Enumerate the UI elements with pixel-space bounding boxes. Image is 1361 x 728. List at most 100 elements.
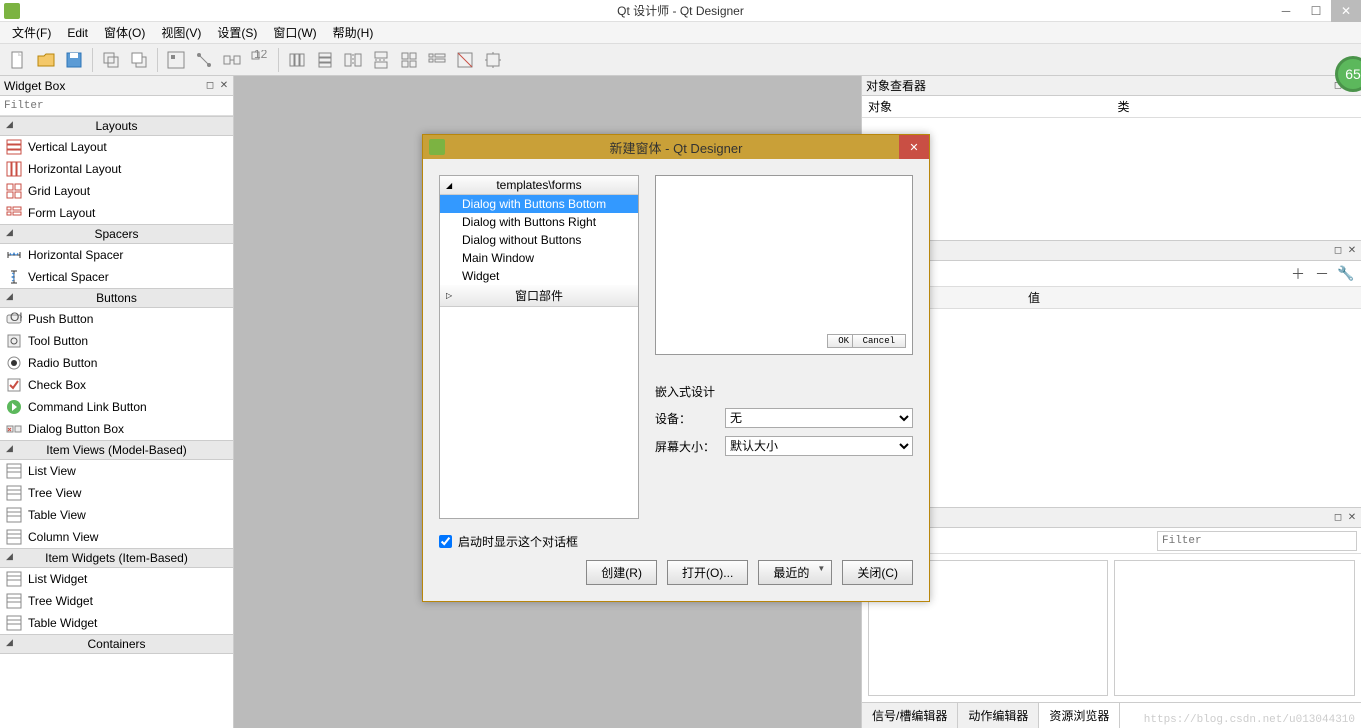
widget-item[interactable]: Radio Button — [0, 352, 233, 374]
menubar: 文件(F) Edit 窗体(O) 视图(V) 设置(S) 窗口(W) 帮助(H) — [0, 22, 1361, 44]
widget-box-filter-input[interactable] — [0, 96, 233, 116]
close-dialog-button[interactable]: 关闭(C) — [842, 560, 913, 585]
close-panel-button[interactable]: ✕ — [217, 79, 231, 93]
undock-button[interactable]: ◻ — [203, 79, 217, 93]
open-button[interactable]: 打开(O)... — [667, 560, 748, 585]
template-category-forms[interactable]: ◢templates\forms — [440, 176, 638, 195]
widget-section-header[interactable]: ◢Containers — [0, 634, 233, 654]
layout-horiz-splitter-button[interactable] — [339, 46, 367, 74]
widget-item[interactable]: Form Layout — [0, 202, 233, 224]
widget-section-header[interactable]: ◢Item Widgets (Item-Based) — [0, 548, 233, 568]
tab-resource-browser[interactable]: 资源浏览器 — [1039, 703, 1120, 728]
undock-button[interactable]: ◻ — [1331, 511, 1345, 525]
widget-item[interactable]: Grid Layout — [0, 180, 233, 202]
add-property-button[interactable]: ＋ — [1287, 263, 1309, 285]
watermark: https://blog.csdn.net/u013044310 — [1144, 714, 1355, 726]
new-file-button[interactable] — [4, 46, 32, 74]
widget-item[interactable]: OKPush Button — [0, 308, 233, 330]
template-preview: OK Cancel — [655, 175, 913, 355]
menu-file[interactable]: 文件(F) — [4, 22, 59, 43]
tab-action-editor[interactable]: 动作编辑器 — [958, 703, 1039, 728]
template-item[interactable]: Dialog without Buttons — [440, 231, 638, 249]
remove-property-button[interactable]: － — [1311, 263, 1333, 285]
widget-item[interactable]: List Widget — [0, 568, 233, 590]
widget-item[interactable]: List View — [0, 460, 233, 482]
show-on-startup-checkbox[interactable] — [439, 535, 452, 548]
qt-icon — [4, 3, 20, 19]
window-titlebar: Qt 设计师 - Qt Designer ─ ☐ ✕ — [0, 0, 1361, 22]
close-panel-button[interactable]: ✕ — [1345, 511, 1359, 525]
preview-cancel-button: Cancel — [852, 334, 906, 348]
widget-item[interactable]: Horizontal Spacer — [0, 244, 233, 266]
menu-help[interactable]: 帮助(H) — [325, 22, 382, 43]
widget-section-header[interactable]: ◢Layouts — [0, 116, 233, 136]
widget-item[interactable]: Tree View — [0, 482, 233, 504]
widget-item[interactable]: Table Widget — [0, 612, 233, 634]
layout-grid-button[interactable] — [395, 46, 423, 74]
tab-signal-slot[interactable]: 信号/槽编辑器 — [862, 703, 958, 728]
create-button[interactable]: 创建(R) — [586, 560, 657, 585]
widget-item[interactable]: Table View — [0, 504, 233, 526]
maximize-button[interactable]: ☐ — [1301, 0, 1331, 22]
edit-signals-button[interactable] — [190, 46, 218, 74]
template-item[interactable]: Dialog with Buttons Right — [440, 213, 638, 231]
menu-window[interactable]: 窗口(W) — [265, 22, 324, 43]
send-back-button[interactable] — [97, 46, 125, 74]
adjust-size-button[interactable] — [479, 46, 507, 74]
widget-item[interactable]: Tree Widget — [0, 590, 233, 612]
layout-form-button[interactable] — [423, 46, 451, 74]
widget-item[interactable]: Horizontal Layout — [0, 158, 233, 180]
edit-taborder-button[interactable]: 12 — [246, 46, 274, 74]
dialog-titlebar[interactable]: 新建窗体 - Qt Designer ✕ — [423, 135, 929, 159]
device-select[interactable]: 无 — [725, 408, 913, 428]
menu-form[interactable]: 窗体(O) — [96, 22, 153, 43]
menu-settings[interactable]: 设置(S) — [209, 22, 265, 43]
property-value-column[interactable]: 值 — [1022, 287, 1046, 308]
template-item[interactable]: Dialog with Buttons Bottom — [440, 195, 638, 213]
layout-vert-button[interactable] — [311, 46, 339, 74]
minimize-button[interactable]: ─ — [1271, 0, 1301, 22]
widget-item[interactable]: Column View — [0, 526, 233, 548]
new-form-dialog: 新建窗体 - Qt Designer ✕ ◢templates\forms Di… — [422, 134, 930, 602]
dialog-title: 新建窗体 - Qt Designer — [610, 138, 743, 157]
break-layout-button[interactable] — [451, 46, 479, 74]
template-item[interactable]: Widget — [440, 267, 638, 285]
layout-horiz-button[interactable] — [283, 46, 311, 74]
class-column[interactable]: 类 — [1112, 96, 1361, 117]
widget-item[interactable]: Command Link Button — [0, 396, 233, 418]
property-settings-button[interactable]: 🔧 — [1335, 263, 1357, 285]
widget-section-header[interactable]: ◢Item Views (Model-Based) — [0, 440, 233, 460]
menu-edit[interactable]: Edit — [59, 24, 96, 42]
template-category-widgets[interactable]: ▷窗口部件 — [440, 285, 638, 307]
widget-box-panel: Widget Box ◻ ✕ ◢LayoutsVertical LayoutHo… — [0, 76, 234, 728]
qt-icon — [429, 139, 445, 155]
dialog-close-button[interactable]: ✕ — [899, 135, 929, 159]
close-panel-button[interactable]: ✕ — [1345, 244, 1359, 258]
widget-item[interactable]: Check Box — [0, 374, 233, 396]
widget-section-header[interactable]: ◢Buttons — [0, 288, 233, 308]
undock-button[interactable]: ◻ — [1331, 244, 1345, 258]
object-column[interactable]: 对象 — [862, 96, 1112, 117]
screen-size-select[interactable]: 默认大小 — [725, 436, 913, 456]
recent-button[interactable]: 最近的 — [758, 560, 832, 585]
widget-item[interactable]: Vertical Layout — [0, 136, 233, 158]
close-button[interactable]: ✕ — [1331, 0, 1361, 22]
widget-section-header[interactable]: ◢Spacers — [0, 224, 233, 244]
resource-browser-header: ◻ ✕ — [862, 508, 1361, 528]
menu-view[interactable]: 视图(V) — [153, 22, 209, 43]
bring-front-button[interactable] — [125, 46, 153, 74]
widget-item[interactable]: Tool Button — [0, 330, 233, 352]
resource-filter-input[interactable] — [1157, 531, 1357, 551]
widget-item[interactable]: Vertical Spacer — [0, 266, 233, 288]
show-on-startup-label: 启动时显示这个对话框 — [458, 533, 578, 550]
widget-item[interactable]: Dialog Button Box — [0, 418, 233, 440]
open-file-button[interactable] — [32, 46, 60, 74]
edit-buddies-button[interactable] — [218, 46, 246, 74]
property-editor-panel: ◻ ✕ ＋ － 🔧 值 — [862, 241, 1361, 508]
screen-size-label: 屏幕大小： — [655, 438, 715, 455]
template-tree[interactable]: ◢templates\forms Dialog with Buttons Bot… — [439, 175, 639, 519]
save-file-button[interactable] — [60, 46, 88, 74]
layout-vert-splitter-button[interactable] — [367, 46, 395, 74]
template-item[interactable]: Main Window — [440, 249, 638, 267]
edit-widgets-button[interactable] — [162, 46, 190, 74]
